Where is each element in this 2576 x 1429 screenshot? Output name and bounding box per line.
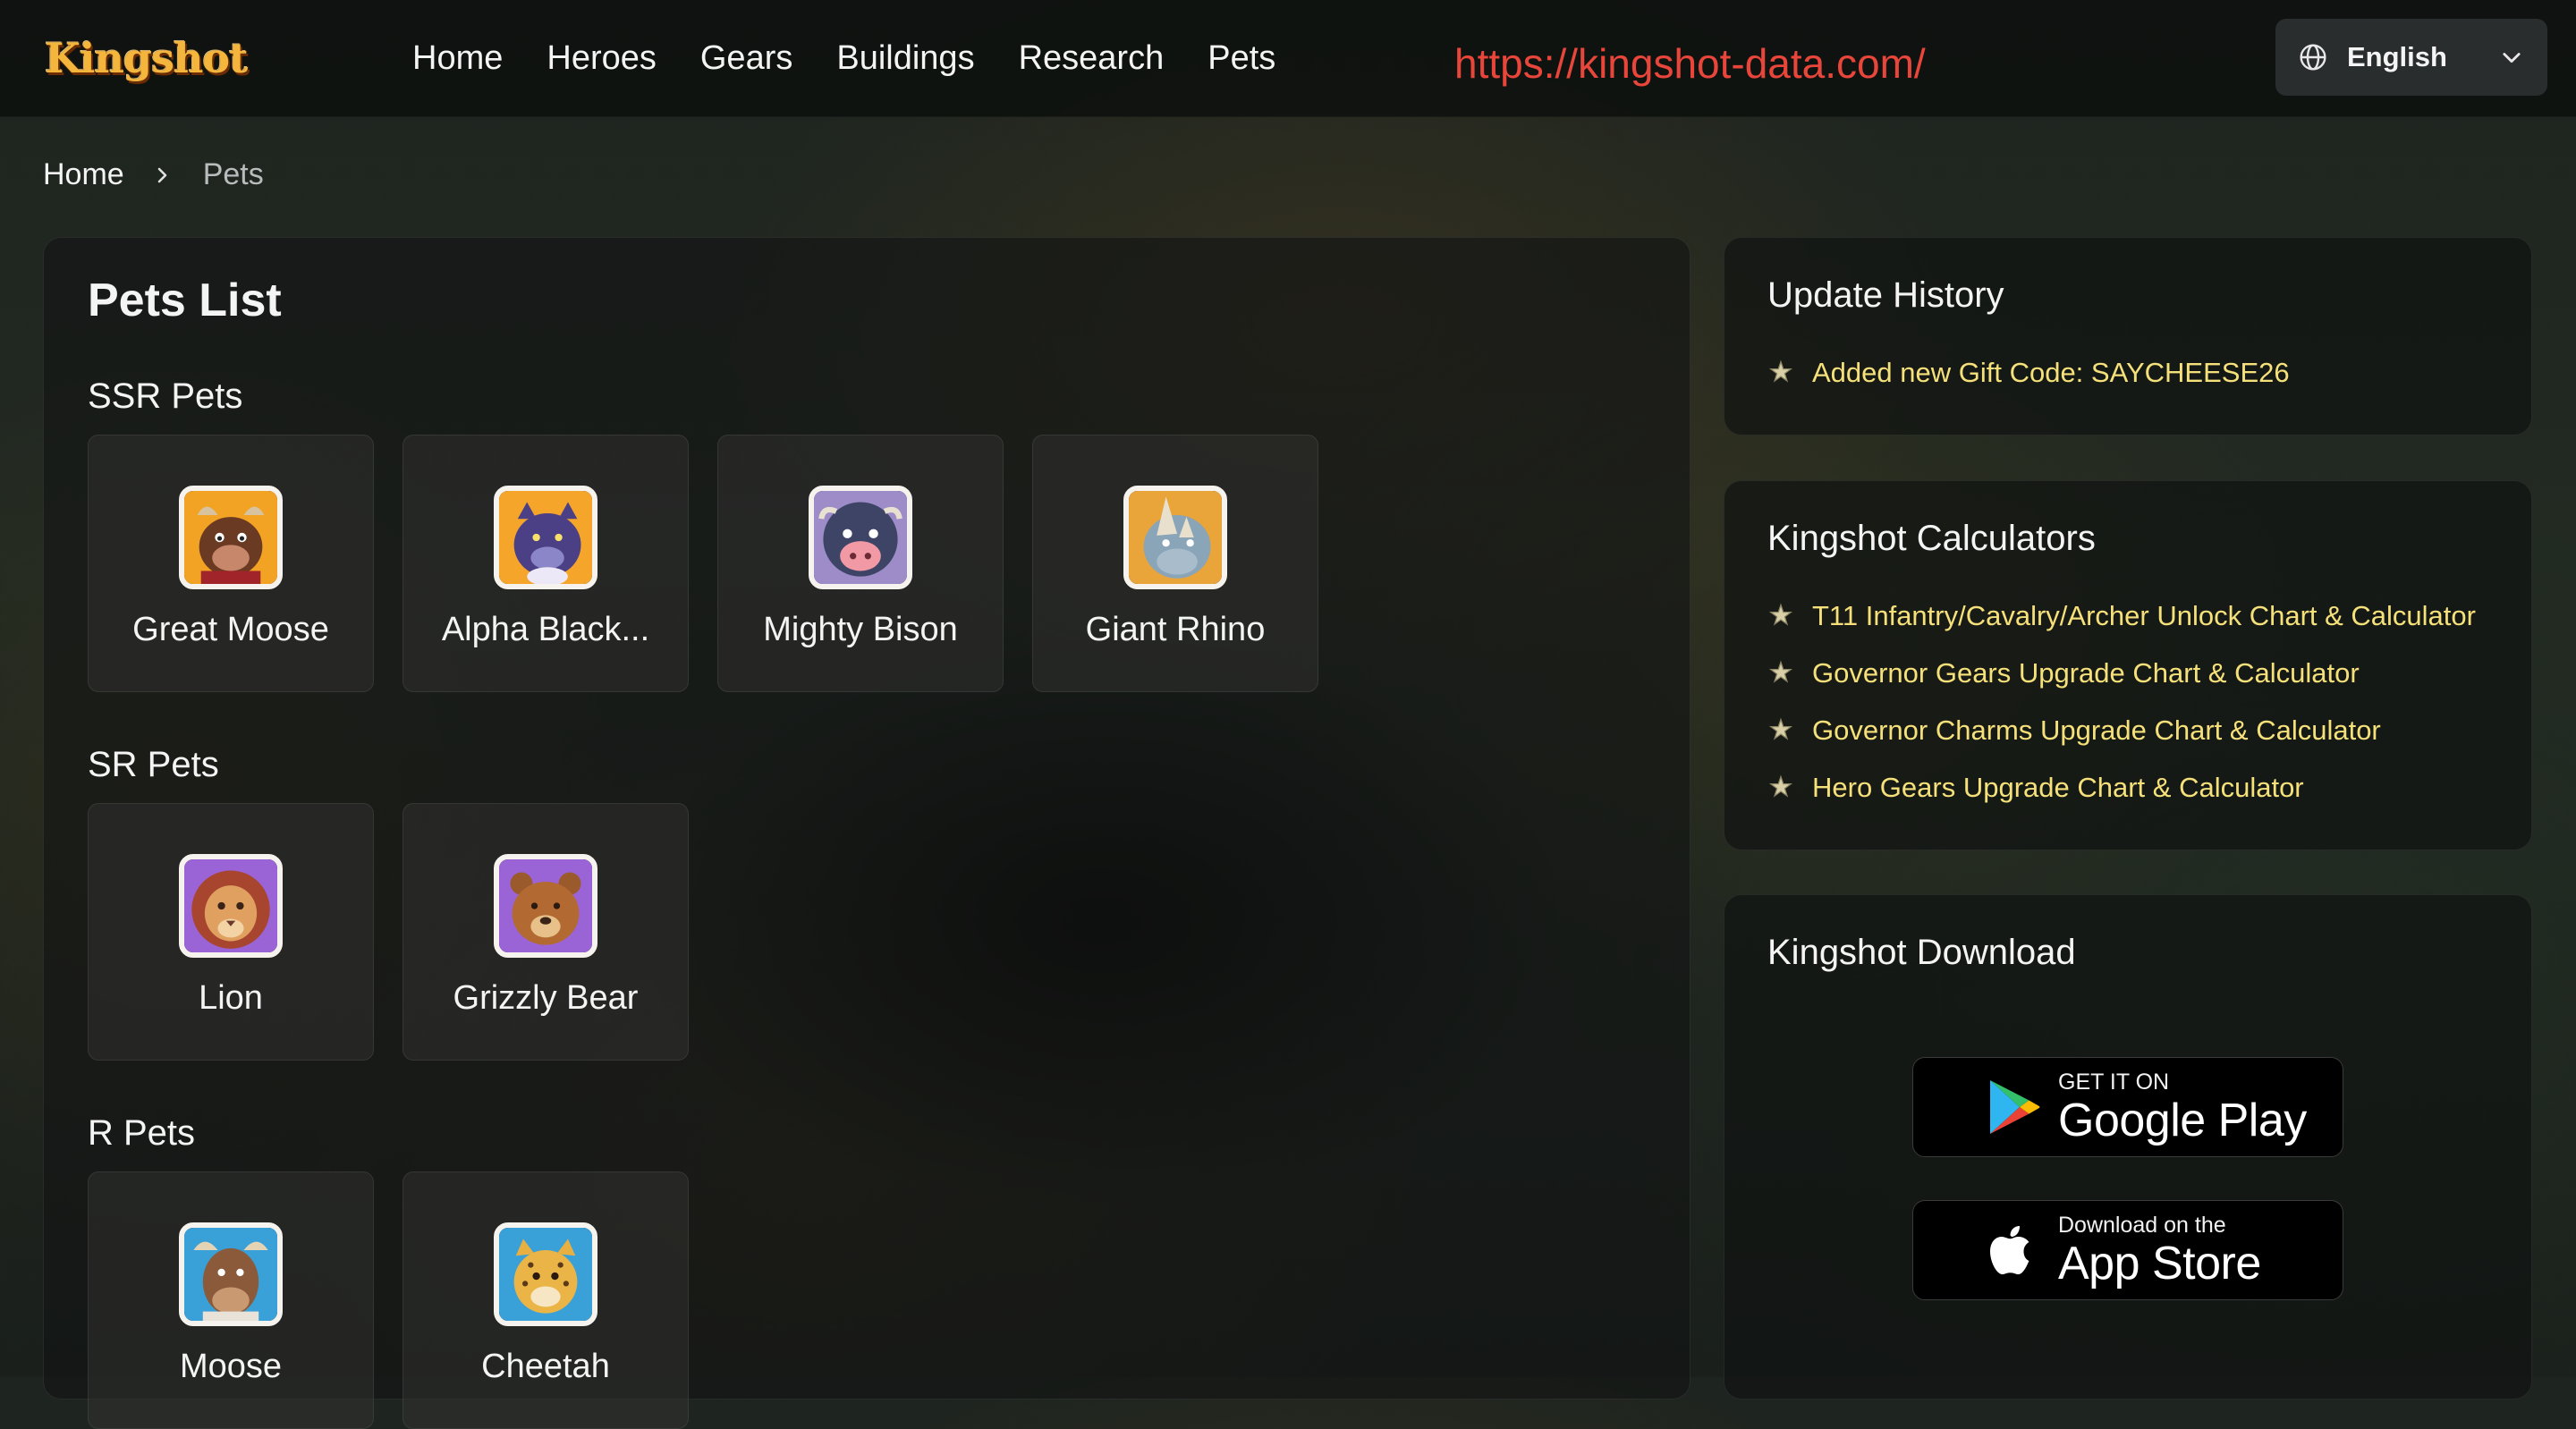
google-play-big: Google Play [2058,1094,2307,1146]
star-bullet-icon [1768,660,1793,683]
app-store-small: Download on the [2058,1212,2226,1238]
pet-avatar-cheetah [494,1222,597,1326]
pet-name: Grizzly Bear [453,979,639,1017]
main-nav: Home Heroes Gears Buildings Research Pet… [412,0,1319,116]
pet-card-lion[interactable]: Lion [88,803,374,1061]
section-title-ssr: SSR Pets [88,376,243,416]
star-bullet-icon [1768,774,1793,798]
breadcrumb: Home Pets [43,157,264,192]
site-url-watermark: https://kingshot-data.com/ [1454,40,1926,87]
nav-research[interactable]: Research [1019,39,1165,78]
pet-avatar-grizzly-bear [494,854,597,958]
pet-name: Cheetah [481,1348,610,1385]
language-label: English [2347,41,2447,72]
calculators-list: T11 Infantry/Cavalry/Archer Unlock Chart… [1767,588,2476,816]
download-title: Kingshot Download [1767,933,2076,972]
pet-row-r: Moose Cheetah [88,1171,717,1429]
chevron-down-icon [2503,53,2521,63]
google-play-button[interactable]: GET IT ON Google Play [1912,1057,2343,1157]
nav-pets[interactable]: Pets [1208,39,1275,78]
google-play-small: GET IT ON [2058,1069,2170,1095]
calculator-link-governor-charms[interactable]: Governor Charms Upgrade Chart & Calculat… [1812,714,2381,747]
pet-name: Lion [199,979,263,1017]
calculators-box: Kingshot Calculators T11 Infantry/Cavalr… [1724,480,2532,850]
language-selector[interactable]: English [2275,19,2547,96]
kingshot-logo[interactable]: Kingshot [45,30,248,86]
pet-card-alpha-black[interactable]: Alpha Black... [402,435,689,692]
apple-icon [1990,1226,2029,1274]
update-history-box: Update History Added new Gift Code: SAYC… [1724,237,2532,435]
pet-avatar-moose [179,1222,283,1326]
pet-card-grizzly-bear[interactable]: Grizzly Bear [402,803,689,1061]
star-bullet-icon [1768,359,1793,383]
pet-row-sr: Lion Grizzly Bear [88,803,717,1061]
list-item: Added new Gift Code: SAYCHEESE26 [1767,344,2290,402]
nav-buildings[interactable]: Buildings [836,39,974,78]
logo-text: Kingshot [45,34,248,82]
calculator-link-governor-gears[interactable]: Governor Gears Upgrade Chart & Calculato… [1812,657,2360,689]
pet-avatar-mighty-bison [809,486,912,589]
list-item: Governor Gears Upgrade Chart & Calculato… [1767,645,2476,702]
download-box: Kingshot Download GET IT ON Google Play … [1724,894,2532,1399]
page-title: Pets List [88,275,282,326]
calculator-link-t11[interactable]: T11 Infantry/Cavalry/Archer Unlock Chart… [1812,600,2476,632]
list-item: T11 Infantry/Cavalry/Archer Unlock Chart… [1767,588,2476,645]
pet-avatar-alpha-black [494,486,597,589]
list-item: Governor Charms Upgrade Chart & Calculat… [1767,702,2476,759]
pet-card-cheetah[interactable]: Cheetah [402,1171,689,1429]
pet-card-giant-rhino[interactable]: Giant Rhino [1032,435,1318,692]
pet-card-great-moose[interactable]: Great Moose [88,435,374,692]
section-title-r: R Pets [88,1113,196,1153]
pet-card-mighty-bison[interactable]: Mighty Bison [717,435,1004,692]
list-item: Hero Gears Upgrade Chart & Calculator [1767,759,2476,816]
chevron-right-icon [157,167,167,182]
update-history-title: Update History [1767,275,2004,315]
google-play-icon [1990,1080,2040,1134]
pet-card-moose[interactable]: Moose [88,1171,374,1429]
nav-home[interactable]: Home [412,39,503,78]
pet-name: Moose [179,1348,283,1385]
pets-list-panel: Pets List SSR Pets Great Moose Alpha Bla… [43,237,1690,1429]
breadcrumb-current: Pets [202,157,264,191]
update-history-list: Added new Gift Code: SAYCHEESE26 [1767,344,2290,402]
star-bullet-icon [1768,603,1793,626]
app-store-text: Download on the App Store [2058,1212,2261,1289]
app-store-button[interactable]: Download on the App Store [1912,1200,2343,1300]
pet-avatar-great-moose [179,486,283,589]
calculators-title: Kingshot Calculators [1767,519,2096,558]
top-header: Kingshot Home Heroes Gears Buildings Res… [0,0,2576,117]
app-store-big: App Store [2058,1237,2261,1289]
pet-name: Great Moose [132,611,329,648]
pet-name: Alpha Black... [441,611,650,648]
section-title-sr: SR Pets [88,745,219,784]
pet-name: Giant Rhino [1085,611,1266,648]
google-play-text: GET IT ON Google Play [2058,1069,2307,1146]
pet-row-ssr: Great Moose Alpha Black... Mighty Bison … [88,435,1347,692]
pet-avatar-giant-rhino [1123,486,1227,589]
pet-name: Mighty Bison [763,611,958,648]
nav-gears[interactable]: Gears [700,39,792,78]
update-history-link[interactable]: Added new Gift Code: SAYCHEESE26 [1812,357,2290,389]
calculator-link-hero-gears[interactable]: Hero Gears Upgrade Chart & Calculator [1812,772,2304,804]
star-bullet-icon [1768,717,1793,740]
breadcrumb-home[interactable]: Home [43,157,124,192]
globe-icon [2300,44,2326,71]
pet-avatar-lion [179,854,283,958]
nav-heroes[interactable]: Heroes [547,39,657,78]
